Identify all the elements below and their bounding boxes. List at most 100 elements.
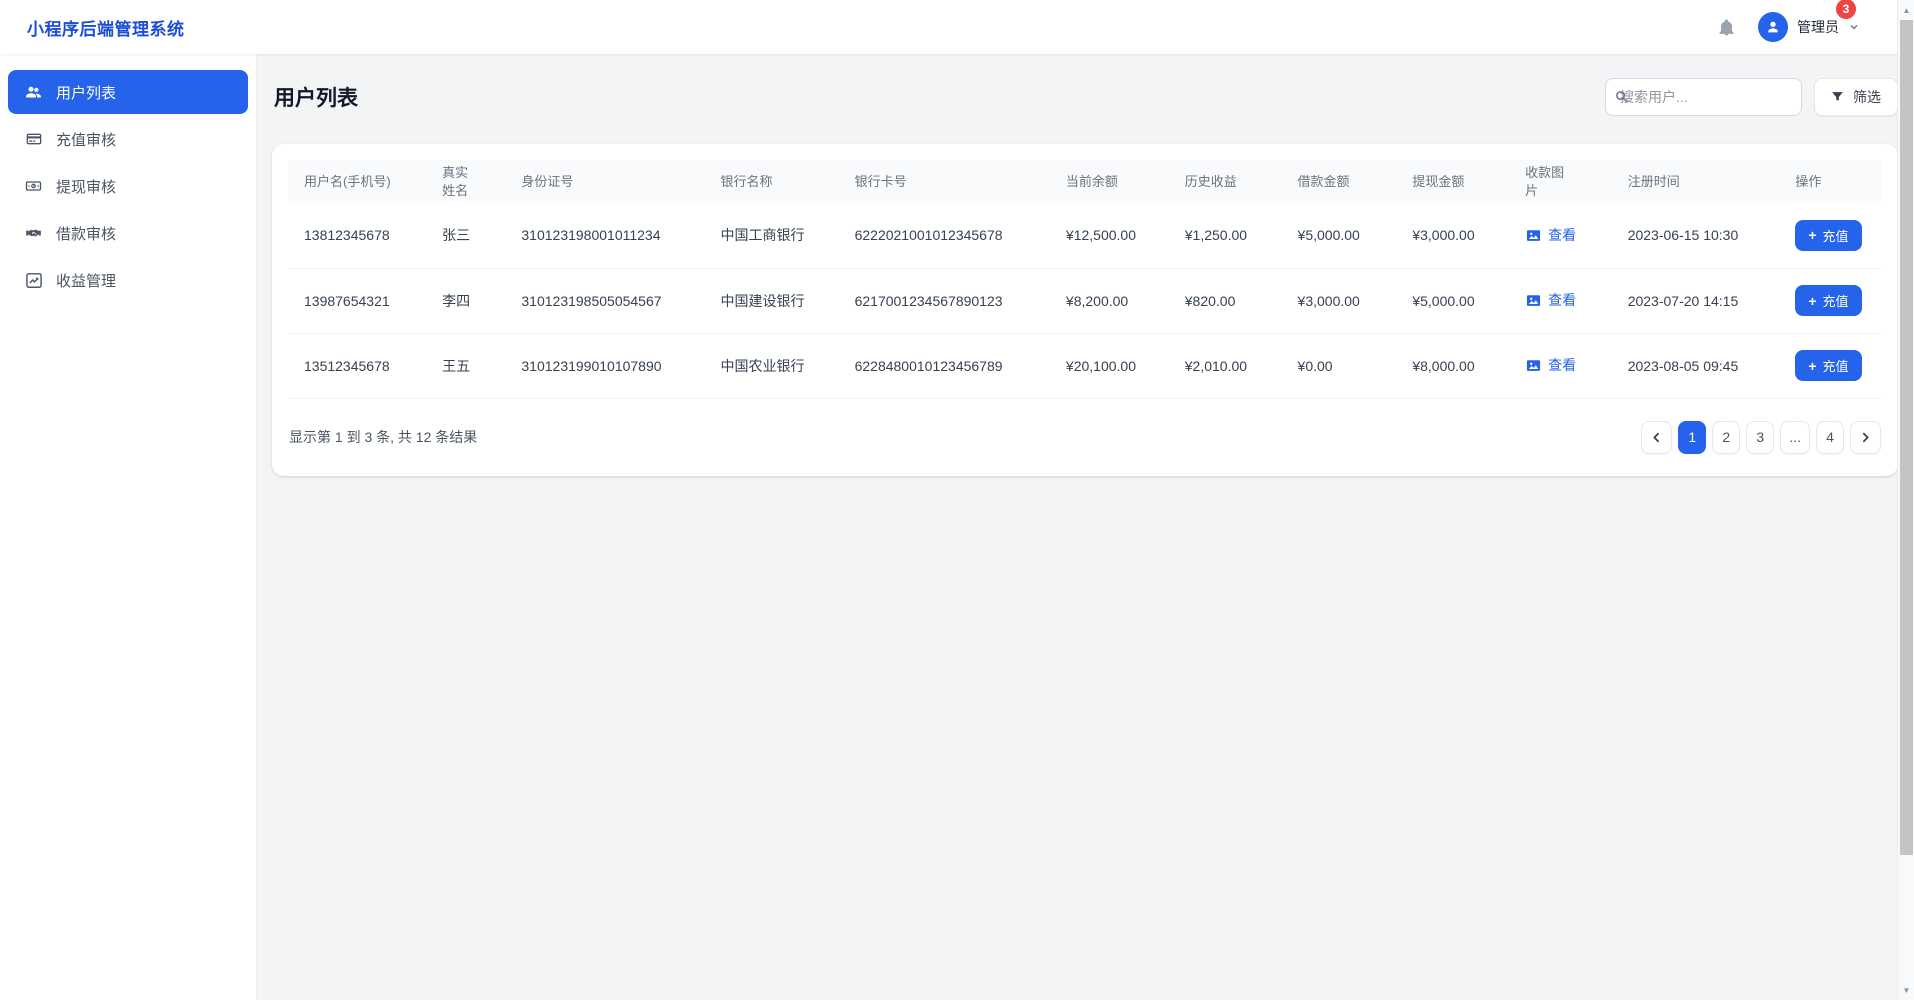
main-content: 用户列表 筛选 用户名(手 xyxy=(257,54,1914,1000)
recharge-button[interactable]: +充值 xyxy=(1795,285,1861,316)
pagination-page-3[interactable]: 3 xyxy=(1746,421,1774,454)
pagination-next-button[interactable] xyxy=(1850,421,1881,454)
cell-balance: ¥8,200.00 xyxy=(1050,268,1169,333)
column-header: 操作 xyxy=(1779,160,1882,203)
column-header: 身份证号 xyxy=(505,160,704,203)
cell-name: 王五 xyxy=(426,333,505,398)
pagination-prev-button[interactable] xyxy=(1641,421,1672,454)
search-wrap xyxy=(1605,78,1802,116)
user-table: 用户名(手机号)真实姓名身份证号银行名称银行卡号当前余额历史收益借款金额提现金额… xyxy=(288,160,1882,399)
cell-action: +充值 xyxy=(1779,333,1882,398)
cell-registered: 2023-06-15 10:30 xyxy=(1612,203,1780,268)
filter-label: 筛选 xyxy=(1853,87,1881,107)
table-row: 13987654321李四310123198505054567中国建设银行621… xyxy=(288,268,1882,333)
sidebar-item-label: 充值审核 xyxy=(56,129,116,150)
scrollbar-up-arrow-icon[interactable]: ▲ xyxy=(1898,2,1914,18)
cell-id-number: 310123198505054567 xyxy=(505,268,704,333)
view-image-link[interactable]: 查看 xyxy=(1525,290,1576,310)
cell-bank-card: 6228480010123456789 xyxy=(839,333,1050,398)
cell-name: 张三 xyxy=(426,203,505,268)
sidebar-item-users[interactable]: 用户列表 xyxy=(8,70,248,114)
cell-phone: 13987654321 xyxy=(288,268,426,333)
pagination-page-2[interactable]: 2 xyxy=(1712,421,1740,454)
table-body: 13812345678张三310123198001011234中国工商银行622… xyxy=(288,203,1882,398)
card-footer: 显示第 1 到 3 条, 共 12 条结果 123...4 xyxy=(288,399,1882,476)
credit-card-icon xyxy=(24,131,43,147)
sidebar-item-label: 提现审核 xyxy=(56,176,116,197)
users-icon xyxy=(24,84,43,101)
cell-registered: 2023-07-20 14:15 xyxy=(1612,268,1780,333)
column-header: 注册时间 xyxy=(1612,160,1780,203)
topbar: 小程序后端管理系统 管理员 3 xyxy=(0,0,1914,54)
cell-name: 李四 xyxy=(426,268,505,333)
notification-badge: 3 xyxy=(1836,0,1856,19)
sidebar-item-label: 收益管理 xyxy=(56,270,116,291)
cell-bank-card: 6217001234567890123 xyxy=(839,268,1050,333)
notification-bell-icon[interactable] xyxy=(1717,18,1736,37)
cell-bank-name: 中国建设银行 xyxy=(705,268,839,333)
column-header: 历史收益 xyxy=(1169,160,1282,203)
plus-icon: + xyxy=(1808,359,1816,373)
column-header: 银行名称 xyxy=(705,160,839,203)
cell-payment-image: 查看 xyxy=(1509,203,1612,268)
column-header: 用户名(手机号) xyxy=(288,160,426,203)
column-header: 银行卡号 xyxy=(839,160,1050,203)
cell-phone: 13812345678 xyxy=(288,203,426,268)
column-header: 收款图片 xyxy=(1509,160,1612,203)
filter-button[interactable]: 筛选 xyxy=(1814,78,1898,116)
cell-history-income: ¥2,010.00 xyxy=(1169,333,1282,398)
scrollbar-down-arrow-icon[interactable]: ▼ xyxy=(1898,982,1914,998)
admin-name: 管理员 xyxy=(1797,17,1839,37)
handshake-icon xyxy=(24,225,43,241)
scrollbar[interactable]: ▲ ▼ xyxy=(1897,0,1914,1000)
cell-payment-image: 查看 xyxy=(1509,268,1612,333)
recharge-button[interactable]: +充值 xyxy=(1795,350,1861,381)
recharge-button[interactable]: +充值 xyxy=(1795,220,1861,251)
search-input[interactable] xyxy=(1605,78,1802,116)
sidebar-item-recharge-review[interactable]: 充值审核 xyxy=(8,117,248,161)
filter-icon xyxy=(1831,90,1844,103)
page-title: 用户列表 xyxy=(274,82,358,112)
plus-icon: + xyxy=(1808,228,1816,242)
cell-loan: ¥5,000.00 xyxy=(1282,203,1397,268)
pagination-page-1[interactable]: 1 xyxy=(1678,421,1706,454)
sidebar-item-loan-review[interactable]: 借款审核 xyxy=(8,211,248,255)
cell-action: +充值 xyxy=(1779,203,1882,268)
cell-bank-card: 6222021001012345678 xyxy=(839,203,1050,268)
money-bill-icon xyxy=(24,178,43,194)
column-header: 提现金额 xyxy=(1396,160,1509,203)
cell-action: +充值 xyxy=(1779,268,1882,333)
image-icon xyxy=(1525,358,1542,373)
pagination-summary: 显示第 1 到 3 条, 共 12 条结果 xyxy=(289,427,477,447)
view-image-link[interactable]: 查看 xyxy=(1525,355,1576,375)
pagination-page-4[interactable]: 4 xyxy=(1816,421,1844,454)
layout: 用户列表充值审核提现审核借款审核收益管理 用户列表 筛选 xyxy=(0,54,1914,1000)
pagination: 123...4 xyxy=(1641,421,1881,454)
chevron-down-icon xyxy=(1848,21,1860,33)
pagination-ellipsis[interactable]: ... xyxy=(1780,421,1810,454)
sidebar-item-label: 借款审核 xyxy=(56,223,116,244)
sidebar-item-withdraw-review[interactable]: 提现审核 xyxy=(8,164,248,208)
cell-payment-image: 查看 xyxy=(1509,333,1612,398)
header-tools: 筛选 xyxy=(1605,78,1898,116)
cell-loan: ¥3,000.00 xyxy=(1282,268,1397,333)
plus-icon: + xyxy=(1808,294,1816,308)
user-icon xyxy=(1765,19,1781,35)
view-image-link[interactable]: 查看 xyxy=(1525,225,1576,245)
table-header-row: 用户名(手机号)真实姓名身份证号银行名称银行卡号当前余额历史收益借款金额提现金额… xyxy=(288,160,1882,203)
image-icon xyxy=(1525,293,1542,308)
app-title: 小程序后端管理系统 xyxy=(27,15,185,40)
sidebar-menu: 用户列表充值审核提现审核借款审核收益管理 xyxy=(8,70,248,302)
scrollbar-thumb[interactable] xyxy=(1900,20,1913,855)
column-header: 当前余额 xyxy=(1050,160,1169,203)
cell-phone: 13512345678 xyxy=(288,333,426,398)
sidebar-item-income-management[interactable]: 收益管理 xyxy=(8,258,248,302)
topbar-right: 管理员 3 xyxy=(1717,12,1860,42)
cell-history-income: ¥820.00 xyxy=(1169,268,1282,333)
user-table-card: 用户名(手机号)真实姓名身份证号银行名称银行卡号当前余额历史收益借款金额提现金额… xyxy=(272,144,1898,476)
cell-withdraw: ¥8,000.00 xyxy=(1396,333,1509,398)
column-header: 真实姓名 xyxy=(426,160,505,203)
cell-history-income: ¥1,250.00 xyxy=(1169,203,1282,268)
chevron-left-icon xyxy=(1650,431,1663,444)
cell-bank-name: 中国工商银行 xyxy=(705,203,839,268)
